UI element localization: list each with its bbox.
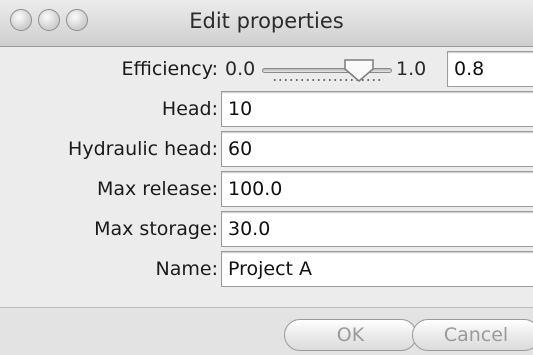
title-bar[interactable]: Edit properties (0, 0, 533, 47)
head-row: Head: (0, 91, 533, 127)
name-row: Name: (0, 251, 533, 287)
cancel-button[interactable]: Cancel (412, 319, 533, 351)
hydraulic-head-input[interactable] (221, 131, 533, 167)
max-release-input[interactable] (221, 171, 533, 207)
head-input[interactable] (221, 91, 533, 127)
max-release-label: Max release: (96, 178, 218, 200)
slider-max-label: 1.0 (396, 58, 427, 80)
button-bar: OK Cancel (0, 307, 533, 355)
efficiency-input[interactable] (447, 51, 533, 87)
max-storage-row: Max storage: (0, 211, 533, 247)
properties-form: Efficiency: 0.0 1.0 Head: Hydraulic head… (0, 47, 533, 307)
slider-min-label: 0.0 (225, 58, 256, 80)
edit-properties-window: Edit properties Efficiency: 0.0 1.0 Head… (0, 0, 533, 355)
efficiency-label: Efficiency: (121, 58, 218, 80)
hydraulic-head-label: Hydraulic head: (68, 138, 218, 160)
ok-button[interactable]: OK (284, 319, 417, 351)
efficiency-row: Efficiency: 0.0 1.0 (0, 51, 533, 87)
window-title: Edit properties (189, 9, 344, 33)
efficiency-slider-thumb[interactable] (342, 57, 376, 83)
max-storage-label: Max storage: (94, 218, 218, 240)
name-label: Name: (155, 258, 218, 280)
max-release-row: Max release: (0, 171, 533, 207)
name-input[interactable] (221, 251, 533, 287)
max-storage-input[interactable] (221, 211, 533, 247)
hydraulic-head-row: Hydraulic head: (0, 131, 533, 167)
head-label: Head: (161, 98, 218, 120)
